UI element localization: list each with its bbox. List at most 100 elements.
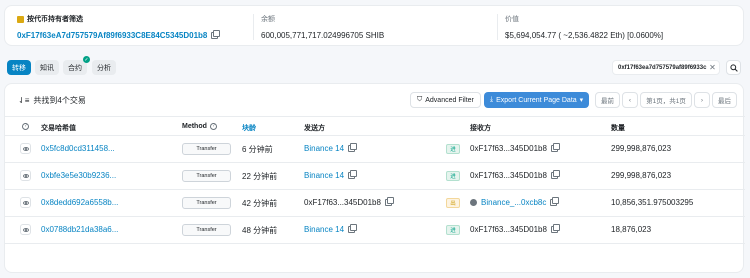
copy-icon[interactable] <box>550 197 560 206</box>
from-link[interactable]: Binance 14 <box>304 224 358 234</box>
method-badge: Transfer <box>182 197 231 209</box>
copy-icon[interactable] <box>348 170 358 179</box>
eye-icon[interactable] <box>20 170 31 181</box>
tab-contract-label: 合约 <box>68 64 82 72</box>
value-label: 价值 <box>505 16 519 23</box>
tx-hash-link[interactable]: 0x8dedd692a6558b... <box>41 198 118 207</box>
divider <box>253 14 254 40</box>
chevron-right-icon: › <box>700 96 704 104</box>
holder-filter-label: 按代币持有者筛选 <box>27 16 83 23</box>
tab-info[interactable]: 知讯 <box>35 60 59 75</box>
tx-hash-link[interactable]: 0x5fc8d0cd311458... <box>41 144 115 153</box>
balance-value: 600,005,771,717.024996705 SHIB <box>261 31 385 40</box>
copy-icon[interactable] <box>348 224 358 233</box>
tab-analytics[interactable]: 分析 <box>92 60 116 75</box>
copy-icon[interactable] <box>550 170 560 179</box>
divider <box>5 116 745 117</box>
to-address: 0xF17f63...345D01b8 <box>470 224 560 234</box>
chevron-left-icon: ‹ <box>628 96 632 104</box>
table-row: 0x0788db21da38a6... Transfer 48 分钟前 Bina… <box>5 217 745 243</box>
amount: 299,998,876,023 <box>611 144 672 153</box>
copy-icon[interactable] <box>348 143 358 152</box>
direction-badge: 进 <box>446 171 460 181</box>
method-badge: Transfer <box>182 143 231 155</box>
col-hash: 交易哈希值 <box>41 125 76 132</box>
export-label: Export Current Page Data <box>496 96 577 104</box>
found-count-text: 共找到4个交易 <box>33 96 86 105</box>
value-value: $5,694,054.77 ( ~2,536.4822 Eth) [0.0600… <box>505 31 664 40</box>
table-row: 0xbfe3e5e30b9236... Transfer 22 分钟前 Bina… <box>5 163 745 189</box>
direction-badge: 进 <box>446 144 460 154</box>
to-label: 0xF17f63...345D01b8 <box>470 171 547 180</box>
value-block: 价值 $5,694,054.77 ( ~2,536.4822 Eth) [0.0… <box>505 14 663 40</box>
last-page-button[interactable]: 最后 <box>712 92 737 108</box>
direction-badge: 出 <box>446 198 460 208</box>
transactions-card: ⇃≡ 共找到4个交易 ⛉ Advanced Filter ⤓ Export Cu… <box>4 83 745 273</box>
chevron-down-icon: ▾ <box>579 97 584 104</box>
method-badge: Transfer <box>182 170 231 182</box>
export-button[interactable]: ⤓ Export Current Page Data ▾ <box>484 92 590 108</box>
to-label: 0xF17f63...345D01b8 <box>470 225 547 234</box>
method-badge: Transfer <box>182 224 231 236</box>
help-icon: ? <box>209 123 217 130</box>
search-icon[interactable] <box>726 60 741 75</box>
col-method: Method ? <box>182 123 217 130</box>
from-label: Binance 14 <box>304 171 345 180</box>
download-icon: ⤓ <box>490 96 494 103</box>
to-address: 0xF17f63...345D01b8 <box>470 143 560 153</box>
from-link[interactable]: Binance 14 <box>304 170 358 180</box>
sort-icon: ⇃≡ <box>18 96 30 105</box>
divider <box>497 14 498 40</box>
close-icon[interactable]: ✕ <box>705 60 720 75</box>
copy-icon[interactable] <box>384 197 394 206</box>
tab-transfers[interactable]: 转移 <box>7 60 31 75</box>
page-info: 第1页，共1页 <box>640 92 692 108</box>
holder-address-link[interactable]: 0xF17f63eA7d757579Af89f6933C8E84C5345D01… <box>17 31 207 40</box>
address-filter-chip[interactable]: 0xf17f63ea7d757579af89f6933c <box>612 60 720 75</box>
advanced-filter-label: Advanced Filter <box>425 96 474 104</box>
eye-icon[interactable] <box>20 197 31 208</box>
col-amount: 数量 <box>611 125 625 132</box>
next-page-button[interactable]: › <box>694 92 710 108</box>
col-to: 接收方 <box>470 125 491 132</box>
balance-label: 余额 <box>261 16 275 23</box>
tx-hash-link[interactable]: 0x0788db21da38a6... <box>41 225 118 234</box>
tx-age: 6 分钟前 <box>242 145 273 154</box>
amount: 18,876,023 <box>611 225 652 234</box>
col-method-label: Method <box>182 123 207 130</box>
filter-icon <box>17 15 24 23</box>
eye-icon[interactable] <box>20 143 31 154</box>
first-page-button[interactable]: 最前 <box>595 92 620 108</box>
tx-age: 48 分钟前 <box>242 226 278 235</box>
address-filter-text: 0xf17f63ea7d757579af89f6933c <box>618 64 707 71</box>
amount: 10,856,351.975003295 <box>611 198 694 207</box>
tx-age: 22 分钟前 <box>242 172 278 181</box>
exchange-icon <box>470 199 477 206</box>
direction-badge: 进 <box>446 225 460 235</box>
to-label: 0xF17f63...345D01b8 <box>470 144 547 153</box>
to-label: Binance_...0xcb8c <box>481 198 547 207</box>
advanced-filter-button[interactable]: ⛉ Advanced Filter <box>410 92 481 108</box>
from-label: Binance 14 <box>304 144 345 153</box>
table-row: 0x8dedd692a6558b... Transfer 42 分钟前 0xF1… <box>5 190 745 216</box>
holder-filter-card: 按代币持有者筛选 0xF17f63eA7d757579Af89f6933C8E8… <box>4 5 744 46</box>
to-address: 0xF17f63...345D01b8 <box>470 170 560 180</box>
col-block-age[interactable]: 块龄 <box>242 123 256 133</box>
copy-icon[interactable] <box>550 143 560 152</box>
table-row: 0x5fc8d0cd311458... Transfer 6 分钟前 Binan… <box>5 136 745 162</box>
from-label: 0xF17f63...345D01b8 <box>304 198 381 207</box>
copy-icon[interactable] <box>550 224 560 233</box>
copy-icon[interactable] <box>211 30 221 39</box>
tab-contract[interactable]: 合约 ✓ <box>63 56 90 75</box>
holder-filter: 按代币持有者筛选 0xF17f63eA7d757579Af89f6933C8E8… <box>17 14 221 40</box>
tx-age: 42 分钟前 <box>242 199 278 208</box>
eye-icon[interactable] <box>20 224 31 235</box>
tx-hash-link[interactable]: 0xbfe3e5e30b9236... <box>41 171 116 180</box>
prev-page-button[interactable]: ‹ <box>622 92 638 108</box>
balance-block: 余额 600,005,771,717.024996705 SHIB <box>261 14 384 40</box>
col-from: 发送方 <box>304 125 325 132</box>
from-link[interactable]: Binance 14 <box>304 143 358 153</box>
from-label: Binance 14 <box>304 225 345 234</box>
to-link[interactable]: Binance_...0xcb8c <box>470 197 560 207</box>
verified-check-icon: ✓ <box>83 56 90 63</box>
